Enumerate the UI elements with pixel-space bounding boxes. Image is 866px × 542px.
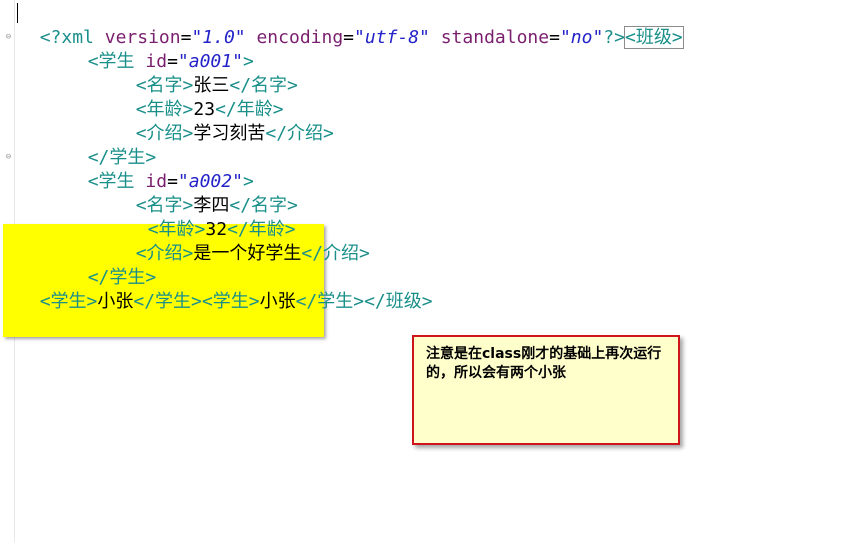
annotation-callout: 注意是在class刚才的基础上再次运行的，所以会有两个小张 (412, 335, 680, 445)
student-close-tag: </学生> (133, 291, 202, 312)
student1-open-line[interactable]: <学生 id="a001"> (66, 26, 254, 72)
attr-standalone: standalone (440, 27, 550, 48)
annotation-text: 注意是在class刚才的基础上再次运行的，所以会有两个小张 (426, 346, 662, 381)
equals-sign: = (343, 27, 355, 48)
intro-close-tag: </介绍> (265, 123, 334, 144)
student1-close-line[interactable]: </学生> (66, 122, 157, 168)
pi-close: ?> (603, 27, 625, 48)
student1-age-line[interactable]: <年龄>23</年龄> (114, 74, 284, 120)
equals-sign: = (549, 27, 560, 48)
appended-students-line[interactable]: <学生>小张</学生><学生>小张</学生></班级> (18, 266, 433, 312)
student1-intro-line[interactable]: <介绍>学习刻苦</介绍> (114, 98, 334, 144)
student-value: 小张 (259, 291, 296, 312)
root-open-tag: <班级> (623, 26, 684, 49)
student-close-tag: </学生> (295, 291, 365, 312)
root-close-tag: </班级> (364, 291, 433, 312)
student2-close-line[interactable]: </学生> (66, 242, 157, 288)
attr-encoding: encoding (256, 27, 344, 48)
intro-close-tag: </介绍> (301, 243, 370, 264)
student2-open-line[interactable]: <学生 id="a002"> (66, 146, 254, 192)
fold-toggle-icon[interactable]: ⊖ (4, 153, 13, 162)
attr-value-encoding: "utf-8" (354, 27, 430, 48)
fold-toggle-icon[interactable]: ⊖ (4, 33, 13, 42)
student2-name-line[interactable]: <名字>李四</名字> (114, 170, 298, 216)
intro-value: 是一个好学生 (193, 243, 302, 264)
student1-name-line[interactable]: <名字>张三</名字> (114, 50, 298, 96)
student-value: 小张 (97, 291, 134, 312)
xml-declaration-line[interactable]: <?xml version="1.0" encoding="utf-8" sta… (18, 2, 684, 49)
intro-value: 学习刻苦 (193, 123, 266, 144)
pi-open: <? (39, 27, 62, 48)
student-open-tag: <学生> (39, 291, 98, 312)
student2-age-line[interactable]: <年龄>32</年龄> (126, 194, 296, 240)
attr-value-standalone: "no" (559, 27, 604, 48)
student2-intro-line[interactable]: <介绍>是一个好学生</介绍> (114, 218, 370, 264)
student-open-tag: <学生> (201, 291, 260, 312)
